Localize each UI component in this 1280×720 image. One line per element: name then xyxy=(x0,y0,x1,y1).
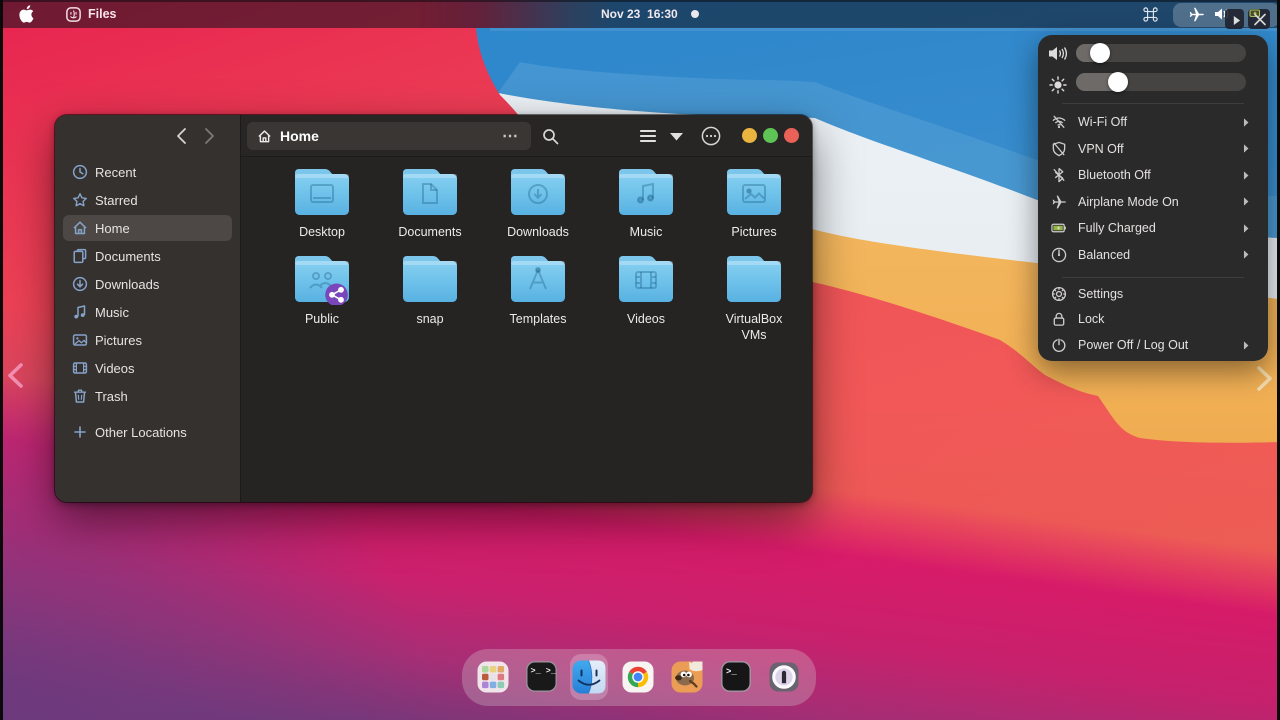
svg-text:>_: >_ xyxy=(726,667,737,677)
svg-text:>_ >_: >_ >_ xyxy=(531,666,557,676)
